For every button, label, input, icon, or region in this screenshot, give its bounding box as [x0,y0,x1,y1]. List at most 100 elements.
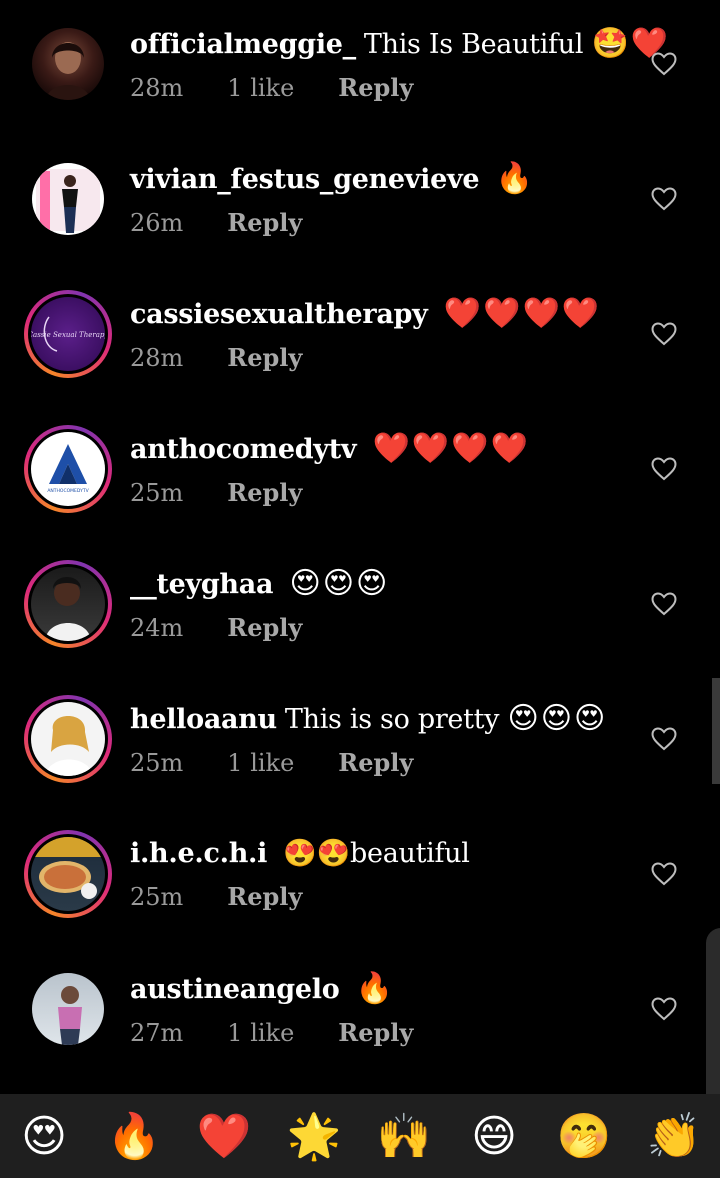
reply-button[interactable]: Reply [338,73,413,102]
comment-item: officialmeggie_ This Is Beautiful 🤩❤️ 28m… [0,0,720,135]
comment-likes[interactable]: 1 like [227,74,294,102]
avatar-story-ring[interactable]: Cassie Sexual Therapy [24,290,112,378]
avatar-photo [31,567,105,641]
comment-username[interactable]: __teyghaa [130,569,273,600]
comment-meta: 28m 1 like Reply [130,73,650,102]
comment-emoji: 😍😍beautiful [283,838,470,869]
comment-username[interactable]: i.h.e.c.h.i [130,838,267,869]
person-silhouette-icon [46,42,90,100]
reply-button[interactable]: Reply [227,613,302,642]
comment-item: helloaanu This is so pretty 😍😍😍 25m 1 like… [0,675,720,810]
comment-meta: 26m Reply [130,208,650,237]
comment-username[interactable]: austineangelo [130,974,340,1005]
avatar-photo [32,163,104,235]
comment-emoji: 🔥 [495,161,535,196]
comments-list[interactable]: officialmeggie_ This Is Beautiful 🤩❤️ 28m… [0,0,720,1094]
avatar-story-ring[interactable] [24,560,112,648]
emoji-heart-button[interactable]: ❤️ [195,1106,255,1166]
comment-text-line: officialmeggie_ This Is Beautiful 🤩❤️ [130,24,668,65]
comment-item: austineangelo 🔥 27m 1 like Reply [0,945,720,1080]
comment-text: This is so pretty [284,704,500,735]
avatar-story-ring[interactable] [24,830,112,918]
comment-username[interactable]: cassiesexualtherapy [130,299,428,330]
avatar-photo [31,702,105,776]
comment-item: ANTHOCOMEDYTV anthocomedytv ❤️❤️❤️❤️ 25m… [0,405,720,540]
avatar[interactable] [24,965,112,1053]
star-icon: 🌟 [286,1111,344,1162]
like-heart-icon[interactable] [651,52,677,76]
reply-button[interactable]: Reply [227,882,302,911]
avatar-photo: ANTHOCOMEDYTV [31,432,105,506]
emoji-hand-over-mouth-button[interactable]: 🤭 [555,1106,615,1166]
emoji-raised-hands-button[interactable]: 🙌 [375,1106,435,1166]
like-heart-icon[interactable] [651,997,677,1021]
comment-body: i.h.e.c.h.i 😍😍beautiful 25m Reply [130,834,650,911]
comment-username[interactable]: officialmeggie_ [130,29,356,60]
comment-text-line: __teyghaa 😍😍😍 [130,564,650,605]
comment-body: cassiesexualtherapy ❤️❤️❤️❤️ 28m Reply [130,294,650,372]
reply-button[interactable]: Reply [227,343,302,372]
comment-text-line: cassiesexualtherapy ❤️❤️❤️❤️ [130,294,650,335]
comment-body: officialmeggie_ This Is Beautiful 🤩❤️ 28m… [130,24,668,102]
like-heart-icon[interactable] [651,862,677,886]
reply-button[interactable]: Reply [227,208,302,237]
like-heart-icon[interactable] [651,727,677,751]
person-photo-icon [45,716,93,776]
raised-hands-icon: 🙌 [376,1111,434,1162]
emoji-clap-button[interactable]: 👏 [645,1106,705,1166]
fire-icon: 🔥 [106,1111,164,1162]
person-photo-icon [36,169,100,233]
person-photo-icon [45,577,91,641]
avatar-story-ring[interactable] [24,695,112,783]
comment-emoji: ❤️❤️❤️❤️ [372,431,530,466]
brand-logo-icon: ANTHOCOMEDYTV [47,444,90,494]
avatar-photo: Cassie Sexual Therapy [31,297,105,371]
comment-emoji: 🔥 [355,971,396,1006]
comment-text-line: vivian_festus_genevieve 🔥 [130,159,650,200]
reply-button[interactable]: Reply [338,748,413,777]
avatar-story-ring[interactable]: ANTHOCOMEDYTV [24,425,112,513]
comment-time: 26m [130,209,184,237]
hand-over-mouth-icon: 🤭 [556,1111,614,1162]
comment-likes[interactable]: 1 like [227,1019,294,1047]
comment-meta: 25m 1 like Reply [130,748,650,777]
emoji-heart-eyes-button[interactable]: 😍 [15,1106,75,1166]
comment-item: Cassie Sexual Therapy cassiesexualtherap… [0,270,720,405]
comment-time: 25m [130,479,184,507]
like-heart-icon[interactable] [651,187,677,211]
avatar-photo [32,973,104,1045]
emoji-grin-button[interactable]: 😄 [465,1106,525,1166]
comment-likes[interactable]: 1 like [227,749,294,777]
reply-button[interactable]: Reply [227,478,302,507]
reply-button[interactable]: Reply [338,1018,413,1047]
comment-text-line: i.h.e.c.h.i 😍😍beautiful [130,834,650,874]
avatar[interactable] [24,20,112,108]
emoji-fire-button[interactable]: 🔥 [105,1106,165,1166]
comment-username[interactable]: anthocomedytv [130,434,357,465]
like-heart-icon[interactable] [651,592,677,616]
like-heart-icon[interactable] [651,322,677,346]
comment-text-line: anthocomedytv ❤️❤️❤️❤️ [130,429,650,470]
comment-body: anthocomedytv ❤️❤️❤️❤️ 25m Reply [130,429,650,507]
comment-emoji: 😍😍😍 [289,566,390,601]
comment-time: 25m [130,749,184,777]
emoji-star-button[interactable]: 🌟 [285,1106,345,1166]
brand-logo-icon: Cassie Sexual Therapy [31,316,105,352]
heart-icon: ❤️ [196,1111,254,1162]
comment-body: vivian_festus_genevieve 🔥 26m Reply [130,159,650,237]
like-heart-icon[interactable] [651,457,677,481]
comment-username[interactable]: vivian_festus_genevieve [130,164,480,195]
comment-item: vivian_festus_genevieve 🔥 26m Reply [0,135,720,270]
comment-time: 28m [130,74,184,102]
avatar-photo [31,837,105,911]
scrollbar-thumb[interactable] [712,678,720,784]
avatar[interactable] [24,155,112,243]
avatar-photo [32,28,104,100]
comment-time: 25m [130,883,184,911]
comment-time: 27m [130,1019,184,1047]
comment-meta: 25m Reply [130,478,650,507]
pizza-photo-icon [31,837,105,899]
comment-username[interactable]: helloaanu [130,704,277,735]
clap-icon: 👏 [646,1111,704,1162]
brand-logo-text: ANTHOCOMEDYTV [47,488,89,494]
